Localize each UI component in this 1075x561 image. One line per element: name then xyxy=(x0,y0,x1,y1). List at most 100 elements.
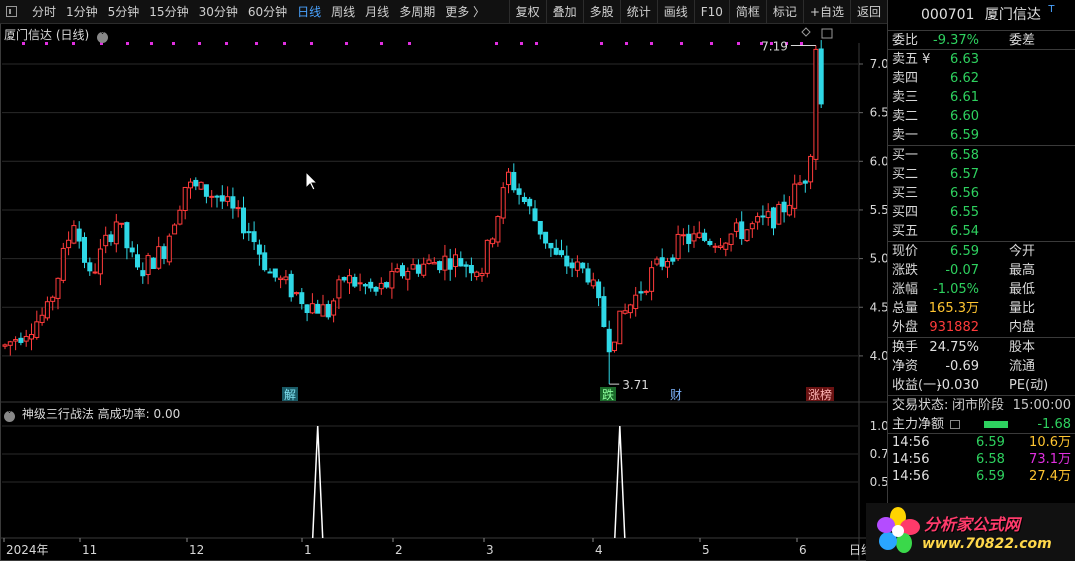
tab-60min[interactable]: 60分钟 xyxy=(243,0,292,24)
stat-row-label2: 最高 xyxy=(1009,263,1036,278)
date-label: 5 xyxy=(702,543,710,557)
overlay-button[interactable]: 叠加 xyxy=(545,0,583,24)
candle-body xyxy=(145,255,151,275)
simple-frame-button[interactable]: 简框 xyxy=(728,0,766,24)
stats2-list: 换手 24.75% 股本 净资 -0.69 流通 收益(一) -0.030 PE(动) xyxy=(888,338,1075,396)
candle-body xyxy=(802,180,808,184)
chevron-down-icon[interactable]: ˅ xyxy=(4,411,15,422)
tick-list: 14:56 6.59 10.6万 14:56 6.58 73.1万 14:56 6.59 27.… xyxy=(888,434,1075,485)
tab-30min[interactable]: 30分钟 xyxy=(194,0,243,24)
fuquan-button[interactable]: 复权 xyxy=(508,0,546,24)
tab-5min[interactable]: 5分钟 xyxy=(103,0,145,24)
list-icon[interactable] xyxy=(950,420,960,429)
draw-line-button[interactable]: 画线 xyxy=(656,0,694,24)
quote-panel: 000701 厦门信达 T 委比 -9.37% 委差 卖五 ¥ 6.63 卖四 6.6… xyxy=(887,0,1075,561)
candle-body xyxy=(702,232,708,241)
candle-body xyxy=(309,303,315,314)
tab-multi-period[interactable]: 多周期 xyxy=(394,0,440,24)
candle-body xyxy=(140,270,146,277)
candle-body xyxy=(2,344,8,347)
candle-body xyxy=(675,233,681,260)
tab-more[interactable]: 更多 〉 xyxy=(440,0,490,24)
candle-body xyxy=(156,246,162,269)
candle-body xyxy=(437,261,443,271)
ask-row-value: 6.61 xyxy=(950,90,979,105)
signal-dot xyxy=(800,42,803,45)
candle-body xyxy=(378,282,384,290)
stat2-row-label: 收益(一) xyxy=(892,378,942,393)
candle-body xyxy=(246,231,252,234)
price-tick-label: 5.00 xyxy=(870,252,887,266)
chevron-down-icon[interactable]: ˅ xyxy=(97,32,109,43)
flower-logo-icon xyxy=(877,507,920,553)
price-tick-label: 6.50 xyxy=(870,106,887,120)
trade-time: 15:00:00 xyxy=(1012,398,1071,413)
candle-body xyxy=(792,183,798,209)
candle-body xyxy=(680,234,686,237)
tab-15min[interactable]: 15分钟 xyxy=(144,0,193,24)
tab-daily[interactable]: 日线 xyxy=(292,0,326,24)
tab-weekly[interactable]: 周线 xyxy=(326,0,360,24)
chart-area[interactable]: 7.00 6.50 6.00 5.50 5.00 4.50 4.00 1.00 0.75 0.50… xyxy=(0,24,896,561)
back-button[interactable]: 返回 xyxy=(849,0,887,24)
tick-price: 6.58 xyxy=(976,452,1005,467)
candle-body xyxy=(808,155,814,183)
candle-body xyxy=(320,304,326,317)
kline-chart[interactable]: 7.00 6.50 6.00 5.50 5.00 4.50 4.00 1.00 0.75 0.50… xyxy=(0,24,896,561)
candle-body xyxy=(352,276,358,287)
candle-body xyxy=(468,264,474,274)
bid-row: 买二 6.57 xyxy=(888,165,1075,184)
candle-body xyxy=(749,223,755,230)
stat-row-label2: 量比 xyxy=(1009,301,1036,316)
mark-button[interactable]: 标记 xyxy=(765,0,803,24)
candle-body xyxy=(686,233,692,245)
candle-body xyxy=(447,258,453,270)
bid-row-value: 6.56 xyxy=(950,186,979,201)
price-tick-label: 5.50 xyxy=(870,203,887,217)
candle-body xyxy=(97,248,103,275)
stat-row-value: 6.59 xyxy=(950,244,979,259)
candle-body xyxy=(82,236,87,263)
candle-body xyxy=(511,171,517,191)
candle-body xyxy=(532,208,538,222)
candle-body xyxy=(569,262,575,269)
stats-button[interactable]: 统计 xyxy=(619,0,657,24)
candle-body xyxy=(643,290,649,293)
tab-1min[interactable]: 1分钟 xyxy=(61,0,103,24)
candle-body xyxy=(294,292,299,295)
stat-row-label2: 今开 xyxy=(1009,244,1036,259)
ask-row-value: 6.63 xyxy=(950,52,979,67)
stat2-row-value: -0.030 xyxy=(937,378,979,393)
panel-toggle-icon[interactable] xyxy=(6,6,17,17)
candle-body xyxy=(225,196,231,202)
candle-body xyxy=(559,250,564,256)
ask-row-label: 卖三 xyxy=(892,90,919,105)
tick-volume: 73.1万 xyxy=(1029,452,1071,467)
watermark-url: www.70822.com xyxy=(922,536,1052,552)
f10-button[interactable]: F10 xyxy=(693,0,729,24)
candle-body xyxy=(771,207,776,229)
add-watchlist-button[interactable]: +自选 xyxy=(802,0,850,24)
tab-fenshi[interactable]: 分时 xyxy=(27,0,61,24)
candle-body xyxy=(516,188,522,195)
candle-body xyxy=(336,279,342,299)
candle-body xyxy=(389,270,395,289)
candle-body xyxy=(691,233,697,242)
candle-body xyxy=(426,259,432,265)
bid-row-label: 买五 xyxy=(892,224,919,239)
ask-row-value: 6.62 xyxy=(950,71,979,86)
candle-body xyxy=(251,231,257,243)
ask-list: 卖五 ¥ 6.63 卖四 6.62 卖三 6.61 卖二 6.60 卖一 6.59 xyxy=(888,50,1075,146)
tick-price: 6.59 xyxy=(976,469,1005,484)
indicator-title-text: 神级三行战法 高成功率: 0.00 xyxy=(21,407,181,421)
candle-body xyxy=(288,273,294,298)
signal-dot xyxy=(650,42,653,45)
stat2-row-label: 换手 xyxy=(892,340,919,355)
candle-body xyxy=(543,231,549,244)
candle-body xyxy=(723,242,729,250)
main-net-bar xyxy=(984,421,1008,428)
multi-stock-button[interactable]: 多股 xyxy=(582,0,620,24)
stat-row-label2: 最低 xyxy=(1009,282,1036,297)
candle-body xyxy=(177,209,183,225)
tab-monthly[interactable]: 月线 xyxy=(360,0,394,24)
